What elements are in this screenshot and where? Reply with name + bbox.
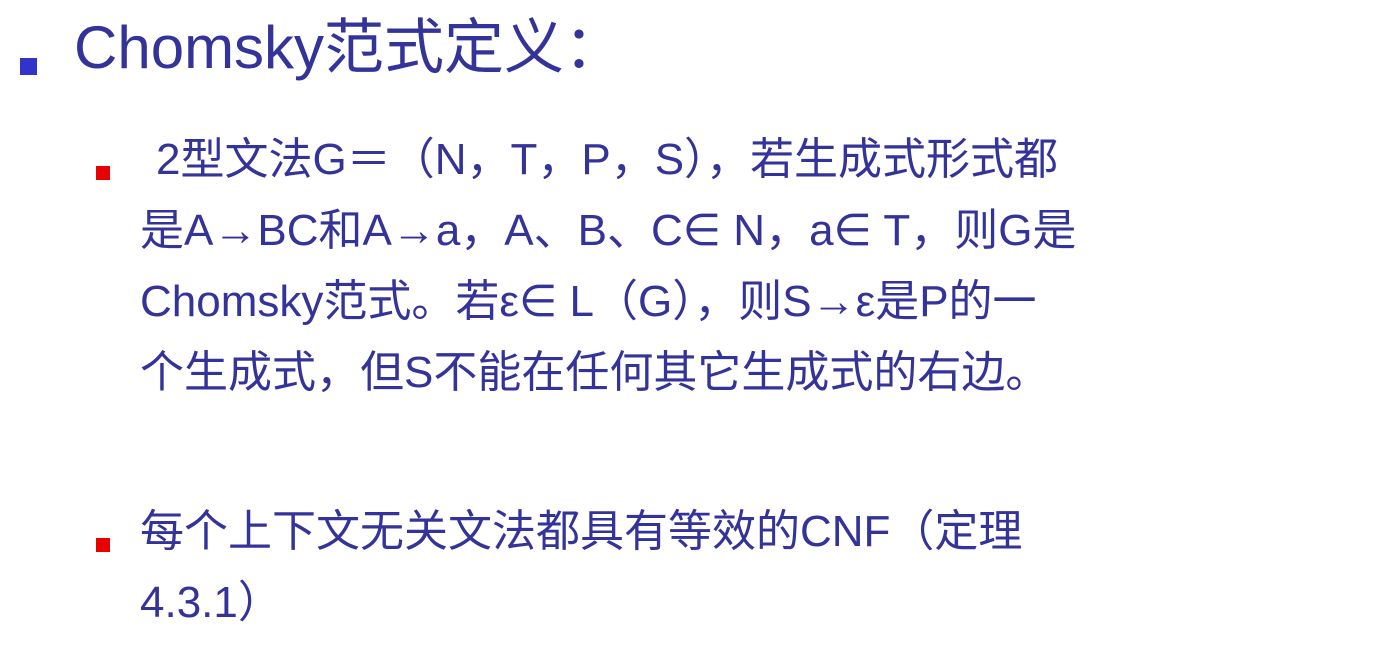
definition-paragraph: 2型文法G＝（N，T，P，S），若生成式形式都 是A→BC和A→a，A、B、C∈… — [140, 124, 1376, 408]
theorem-line-1: 每个上下文无关文法都具有等效的CNF（定理 — [140, 507, 1023, 556]
theorem-paragraph: 每个上下文无关文法都具有等效的CNF（定理 4.3.1） — [140, 496, 1376, 638]
level2-bullet-icon — [96, 538, 110, 552]
definition-line-4: 个生成式，但S不能在任何其它生成式的右边。 — [140, 348, 1050, 397]
slide-title: Chomsky范式定义： — [74, 14, 625, 81]
slide: Chomsky范式定义： 2型文法G＝（N，T，P，S），若生成式形式都 是A→… — [0, 0, 1376, 654]
definition-line-2: 是A→BC和A→a，A、B、C∈ N，a∈ T，则G是 — [140, 206, 1077, 255]
theorem-line-2: 4.3.1） — [140, 578, 282, 627]
definition-line-3: Chomsky范式。若ε∈ L（G），则S→ε是P的一 — [140, 277, 1037, 326]
level2-bullet-icon — [96, 166, 110, 180]
definition-line-1: 2型文法G＝（N，T，P，S），若生成式形式都 — [156, 135, 1059, 184]
level1-bullet-icon — [20, 58, 37, 75]
